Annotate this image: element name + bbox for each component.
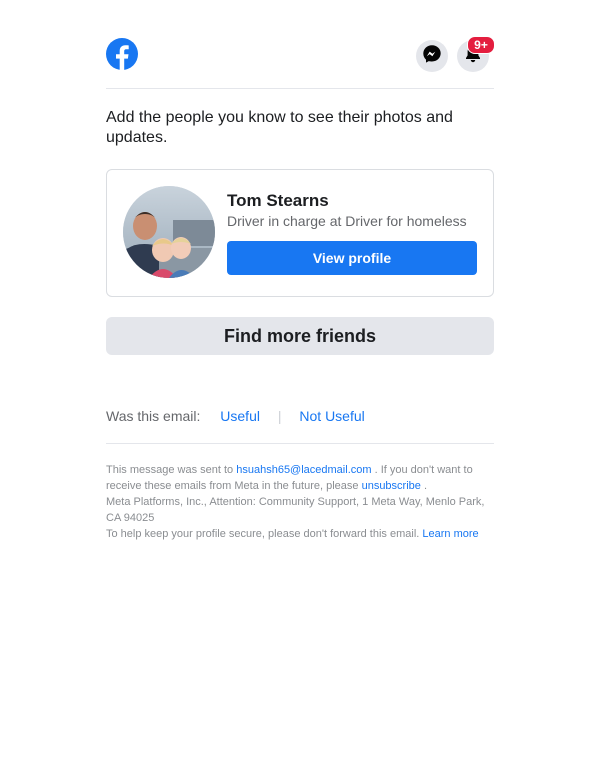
email-header: 9+ xyxy=(106,36,495,89)
find-more-friends-button[interactable]: Find more friends xyxy=(106,317,494,355)
friend-suggestion-card: Tom Stearns Driver in charge at Driver f… xyxy=(106,169,494,297)
useful-link[interactable]: Useful xyxy=(220,408,260,424)
email-footer: This message was sent to hsuahsh65@laced… xyxy=(106,462,496,542)
messenger-icon xyxy=(422,44,442,69)
email-feedback: Was this email: Useful | Not Useful xyxy=(106,408,365,424)
security-text: To help keep your profile secure, please… xyxy=(106,528,420,540)
unsubscribe-link[interactable]: unsubscribe xyxy=(362,480,421,492)
notification-badge: 9+ xyxy=(467,36,495,54)
avatar[interactable] xyxy=(123,186,215,278)
feedback-separator: | xyxy=(277,408,282,424)
suggested-friend-subtitle: Driver in charge at Driver for homeless xyxy=(227,213,467,229)
period-text: . xyxy=(423,480,428,492)
divider xyxy=(106,443,494,444)
messenger-button[interactable] xyxy=(416,40,448,72)
security-notice: To help keep your profile secure, please… xyxy=(106,526,496,542)
facebook-logo-icon[interactable] xyxy=(106,38,138,70)
not-useful-link[interactable]: Not Useful xyxy=(299,408,364,424)
learn-more-link[interactable]: Learn more xyxy=(422,528,478,540)
company-address: Meta Platforms, Inc., Attention: Communi… xyxy=(106,496,485,524)
sent-to-text: This message was sent to xyxy=(106,464,234,476)
suggested-friend-name[interactable]: Tom Stearns xyxy=(227,191,329,211)
recipient-email-link[interactable]: hsuahsh65@lacedmail.com xyxy=(236,464,371,476)
view-profile-button[interactable]: View profile xyxy=(227,241,477,275)
recipient-notice: This message was sent to hsuahsh65@laced… xyxy=(106,462,496,494)
feedback-question: Was this email: xyxy=(106,408,201,424)
intro-text: Add the people you know to see their pho… xyxy=(106,109,453,146)
